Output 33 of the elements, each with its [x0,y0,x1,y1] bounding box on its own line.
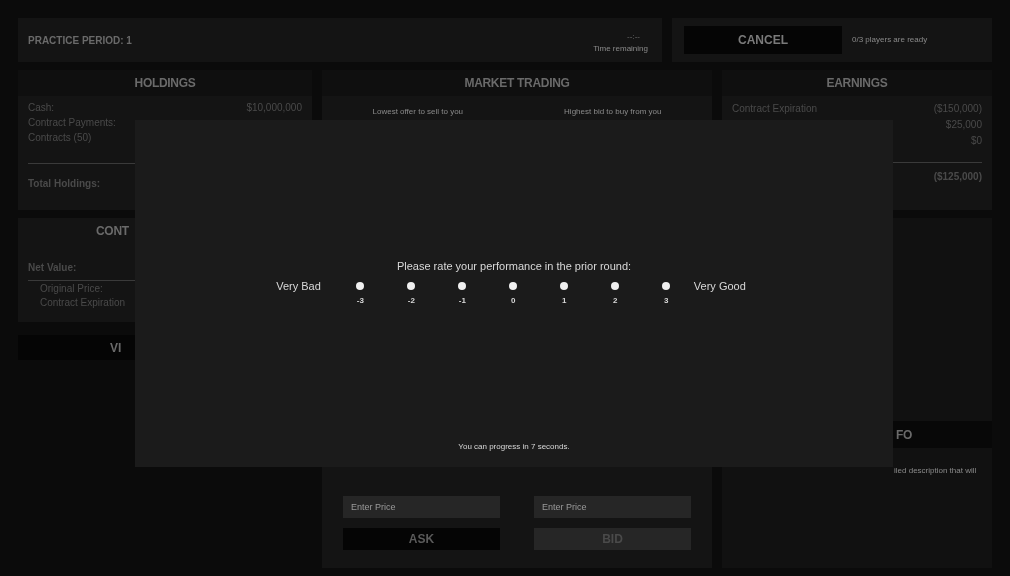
cancel-button[interactable]: CANCEL [684,26,842,54]
bid-label: Highest bid to buy from you [564,106,662,118]
radio-button[interactable] [356,281,365,290]
low-label: Very Bad [276,278,321,294]
rating-prompt: Please rate your performance in the prior round: [396,259,632,274]
rating-option[interactable]: -3 [334,277,386,307]
progress-note: You can progress in 7 seconds. [458,441,570,453]
panel-title: CONT [96,223,129,240]
radio-button[interactable] [458,281,467,290]
rating-option[interactable]: 2 [589,277,641,307]
radio-button[interactable] [611,281,620,290]
ask-price-field[interactable]: Enter Price [343,496,500,518]
radio-button[interactable] [407,281,416,290]
timer-label: Time remaining [593,43,648,55]
info-title: FO [896,426,913,444]
rating-option[interactable]: -2 [385,277,437,307]
period-title: PRACTICE PERIOD: 1 [28,33,132,48]
rating-option[interactable]: 3 [640,277,692,307]
radio-button[interactable] [662,281,671,290]
rating-option[interactable]: 0 [487,277,539,307]
panel-title: MARKET TRADING [464,75,570,92]
info-text: iled description that will [894,466,977,475]
offer-label: Lowest offer to sell to you [372,106,464,118]
panel-title: EARNINGS [826,75,888,92]
radio-button[interactable] [509,281,518,290]
timer: --:-- [627,31,641,43]
ready-status: 0/3 players are ready [852,34,928,46]
rating-option[interactable]: 1 [538,277,590,307]
bid-price-field[interactable]: Enter Price [534,496,691,518]
panel-title: HOLDINGS [134,75,196,92]
rating-option[interactable]: -1 [436,277,488,307]
high-label: Very Good [693,278,746,294]
radio-button[interactable] [560,281,569,290]
